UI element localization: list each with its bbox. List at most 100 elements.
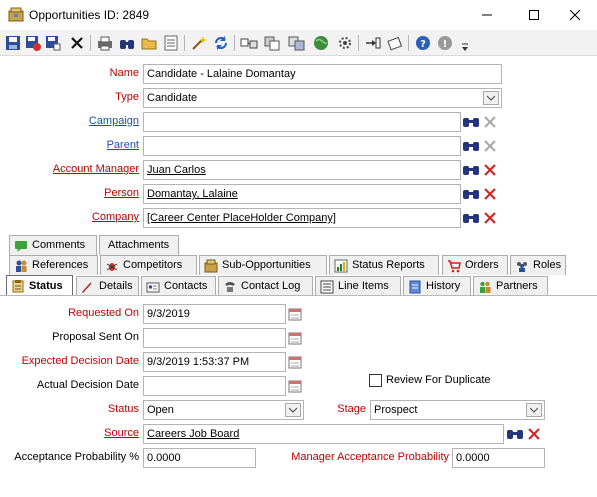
copy-icon[interactable] xyxy=(264,34,282,52)
chevron-down-icon[interactable] xyxy=(483,91,499,105)
calendar-icon[interactable] xyxy=(286,304,304,324)
web-icon[interactable] xyxy=(312,34,330,52)
tab-details[interactable]: Details xyxy=(76,276,139,296)
calendar-icon[interactable] xyxy=(286,328,304,348)
more-icon[interactable] xyxy=(456,38,474,56)
delete-icon[interactable] xyxy=(68,34,86,52)
tab-orders-label: Orders xyxy=(465,259,499,271)
clear-icon[interactable] xyxy=(481,112,499,132)
chevron-down-icon[interactable] xyxy=(285,403,301,417)
app-icon xyxy=(8,7,24,22)
find-icon[interactable] xyxy=(118,34,136,52)
company-label[interactable]: Company xyxy=(0,211,139,223)
acceptance-probability-label: Acceptance Probability % xyxy=(14,451,139,463)
acceptance-probability-field[interactable]: 0.0000 xyxy=(143,448,256,468)
maximize-button[interactable] xyxy=(512,0,556,30)
comment-icon xyxy=(15,240,27,252)
clear-icon[interactable] xyxy=(481,184,499,204)
window-title: Opportunities ID: 2849 xyxy=(29,8,150,22)
tab-references[interactable]: References xyxy=(9,255,98,275)
binoculars-icon[interactable] xyxy=(462,160,480,180)
proposal-sent-on-field[interactable] xyxy=(143,328,286,348)
phone-icon xyxy=(225,281,235,292)
name-label: Name xyxy=(109,67,139,79)
stage-value: Prospect xyxy=(374,404,418,416)
person-field[interactable]: Domantay, Lalaine xyxy=(143,184,461,204)
campaign-label[interactable]: Campaign xyxy=(0,115,139,127)
link-icon[interactable] xyxy=(240,34,258,52)
tab-status[interactable]: Status xyxy=(6,275,73,296)
name-field[interactable]: Candidate - Lalaine Domantay xyxy=(143,64,502,84)
actual-decision-date-field[interactable] xyxy=(143,376,286,396)
calendar-icon[interactable] xyxy=(286,352,304,372)
minimize-button[interactable] xyxy=(465,0,509,30)
review-for-duplicate-checkbox[interactable] xyxy=(369,374,382,387)
company-field[interactable]: [Career Center PlaceHolder Company] xyxy=(143,208,461,228)
person-label[interactable]: Person xyxy=(0,187,139,199)
info-icon[interactable]: ! xyxy=(436,34,454,52)
expected-decision-date-field[interactable]: 9/3/2019 1:53:37 PM xyxy=(143,352,286,372)
move-icon[interactable] xyxy=(288,34,306,52)
calendar-icon[interactable] xyxy=(286,376,304,396)
tab-orders[interactable]: Orders xyxy=(442,255,508,275)
print-icon[interactable] xyxy=(96,34,114,52)
account-manager-label[interactable]: Account Manager xyxy=(0,163,139,175)
tab-comments[interactable]: Comments xyxy=(9,235,97,255)
binoculars-icon[interactable] xyxy=(462,112,480,132)
campaign-field[interactable] xyxy=(143,112,461,132)
binoculars-icon[interactable] xyxy=(462,208,480,228)
open-folder-icon[interactable] xyxy=(140,34,158,52)
source-label[interactable]: Source xyxy=(0,427,139,439)
account-manager-field[interactable]: Juan Carlos xyxy=(143,160,461,180)
tab-competitors[interactable]: Competitors xyxy=(100,255,197,275)
close-button[interactable] xyxy=(553,0,597,30)
manager-acceptance-probability-field[interactable]: 0.0000 xyxy=(452,448,545,468)
tab-history-label: History xyxy=(426,280,461,292)
status-label: Status xyxy=(107,403,139,415)
status-select[interactable]: Open xyxy=(143,400,304,420)
clear-icon[interactable] xyxy=(481,136,499,156)
tab-history[interactable]: History xyxy=(403,276,471,296)
clear-icon[interactable] xyxy=(481,208,499,228)
tab-line-items[interactable]: Line Items xyxy=(315,276,401,296)
save-close-icon[interactable] xyxy=(24,34,42,52)
manager-acceptance-probability-label: Manager Acceptance Probability xyxy=(291,451,449,463)
binoculars-icon[interactable] xyxy=(462,184,480,204)
notes-icon[interactable] xyxy=(162,34,180,52)
binoculars-icon[interactable] xyxy=(506,424,524,444)
import-icon[interactable] xyxy=(364,34,382,52)
source-field[interactable]: Careers Job Board xyxy=(143,424,504,444)
tab-attachments[interactable]: Attachments xyxy=(99,235,179,255)
tab-contact-log-label: Contact Log xyxy=(241,280,301,292)
maximize-icon xyxy=(529,10,539,20)
settings-icon[interactable] xyxy=(336,34,354,52)
tab-attachments-label: Attachments xyxy=(108,239,170,251)
tab-status-reports[interactable]: Status Reports xyxy=(329,255,439,275)
tab-status-label: Status xyxy=(29,279,63,292)
tab-comments-label: Comments xyxy=(32,239,86,251)
type-select[interactable]: Candidate xyxy=(143,88,502,108)
refresh-icon[interactable] xyxy=(212,34,230,52)
parent-field[interactable] xyxy=(143,136,461,156)
stage-select[interactable]: Prospect xyxy=(370,400,545,420)
save-new-icon[interactable] xyxy=(44,34,62,52)
help-icon[interactable]: ? xyxy=(414,34,432,52)
chevron-down-icon[interactable] xyxy=(526,403,542,417)
cart-icon xyxy=(448,259,461,272)
parent-label[interactable]: Parent xyxy=(0,139,139,151)
tab-sub-opportunities[interactable]: Sub-Opportunities xyxy=(199,255,327,275)
save-icon[interactable] xyxy=(4,34,22,52)
tab-sub-opportunities-label: Sub-Opportunities xyxy=(222,259,311,271)
clear-icon[interactable] xyxy=(525,424,543,444)
clear-icon[interactable] xyxy=(481,160,499,180)
binoculars-icon[interactable] xyxy=(462,136,480,156)
requested-on-field[interactable]: 9/3/2019 xyxy=(143,304,286,324)
tab-contacts[interactable]: Contacts xyxy=(141,276,216,296)
tab-roles[interactable]: Roles xyxy=(510,255,566,275)
tab-partners[interactable]: Partners xyxy=(473,276,548,296)
edit-icon[interactable] xyxy=(386,34,404,52)
wizard-icon[interactable] xyxy=(190,34,208,52)
close-icon xyxy=(570,10,580,20)
expected-decision-date-label: Expected Decision Date xyxy=(21,355,139,367)
tab-contact-log[interactable]: Contact Log xyxy=(218,276,313,296)
